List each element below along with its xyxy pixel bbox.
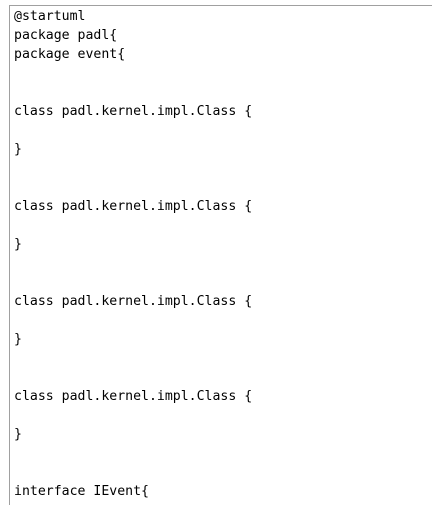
code-editor[interactable]: @startuml package padl{ package event{ c… <box>9 5 432 505</box>
code-line: package padl{ <box>14 28 118 43</box>
code-line: } <box>14 142 22 157</box>
code-line: class padl.kernel.impl.Class { <box>14 199 253 214</box>
code-line: } <box>14 237 22 252</box>
code-line: } <box>14 332 22 347</box>
code-line: @startuml <box>14 9 86 24</box>
code-line: interface IEvent{ <box>14 484 149 499</box>
code-line: class padl.kernel.impl.Class { <box>14 294 253 309</box>
code-line: class padl.kernel.impl.Class { <box>14 389 253 404</box>
code-line: } <box>14 427 22 442</box>
code-line: package event{ <box>14 47 126 62</box>
code-line: class padl.kernel.impl.Class { <box>14 104 253 119</box>
